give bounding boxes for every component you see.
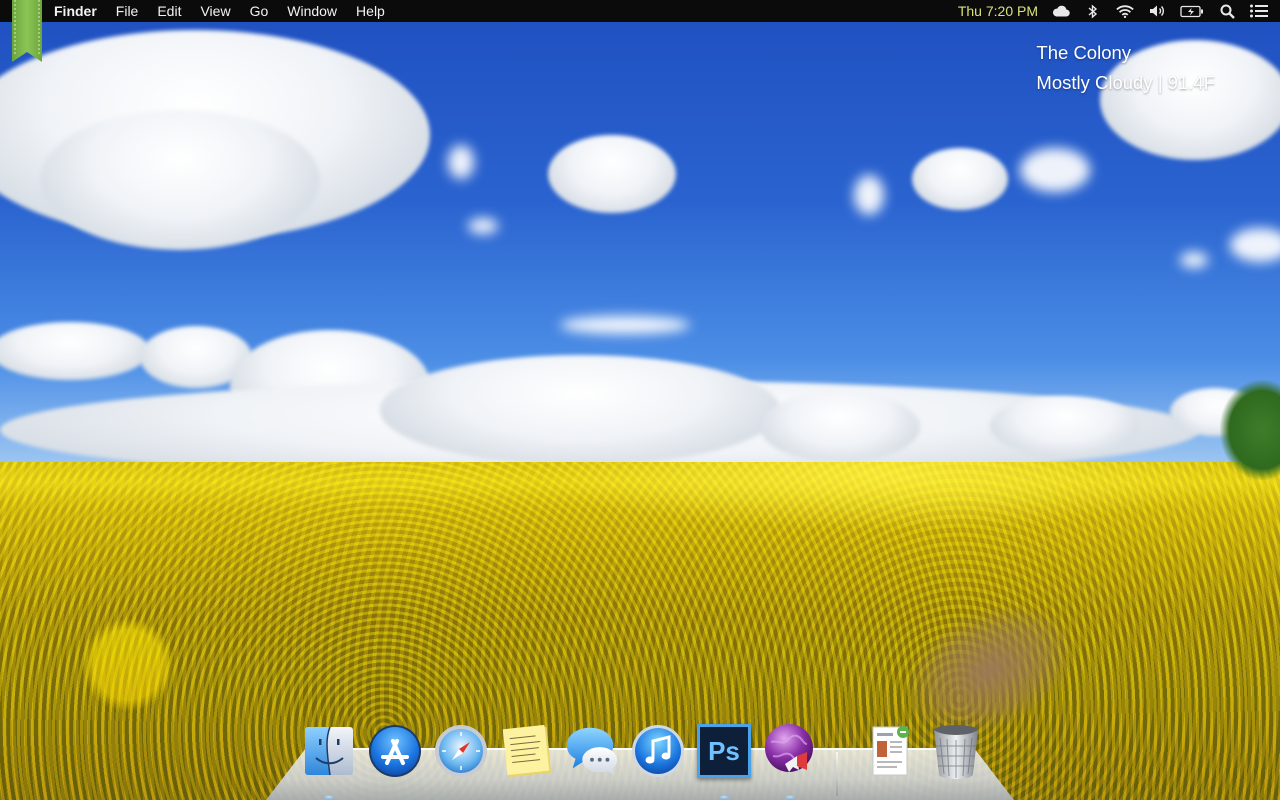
trash-icon[interactable]	[927, 722, 985, 780]
cloud	[760, 392, 920, 462]
cloud-icon[interactable]	[1052, 2, 1070, 20]
menu-window[interactable]: Window	[287, 0, 337, 22]
wifi-icon[interactable]	[1116, 2, 1134, 20]
cloud	[0, 322, 150, 380]
menu-bar: Finder File Edit View Go Window Help Thu…	[0, 0, 1280, 22]
itunes-icon[interactable]	[629, 722, 687, 780]
cloud	[40, 110, 320, 250]
weather-widget: The Colony Mostly Cloudy | 91.4F	[1036, 38, 1215, 98]
cloud	[990, 396, 1140, 456]
cloud	[448, 145, 474, 179]
menu-file[interactable]: File	[116, 0, 139, 22]
cloud	[1180, 252, 1208, 268]
weather-condition: Mostly Cloudy | 91.4F	[1036, 72, 1215, 93]
cloud	[468, 218, 498, 234]
web-browser-globe-icon[interactable]	[761, 722, 819, 780]
photoshop-icon[interactable]: Ps	[695, 722, 753, 780]
photoshop-icon-tile: Ps	[697, 724, 751, 778]
menu-help[interactable]: Help	[356, 0, 385, 22]
running-indicator	[324, 795, 334, 799]
desktop[interactable]: Finder File Edit View Go Window Help Thu…	[0, 0, 1280, 800]
menu-clock[interactable]: Thu 7:20 PM	[958, 3, 1038, 19]
cloud	[1230, 228, 1280, 262]
menu-finder[interactable]: Finder	[54, 0, 97, 22]
bluetooth-icon[interactable]	[1084, 2, 1102, 20]
tree	[1220, 380, 1280, 480]
menu-edit[interactable]: Edit	[157, 0, 181, 22]
cloud	[1020, 148, 1090, 192]
cloud	[560, 316, 690, 334]
messages-icon[interactable]	[563, 722, 621, 780]
notification-center-icon[interactable]	[1250, 2, 1268, 20]
cloud	[912, 148, 1008, 210]
safari-icon[interactable]	[432, 722, 490, 780]
menu-go[interactable]: Go	[250, 0, 269, 22]
menu-view[interactable]: View	[200, 0, 230, 22]
photoshop-label: Ps	[708, 735, 740, 766]
running-indicator	[785, 795, 795, 799]
battery-icon[interactable]	[1180, 2, 1204, 20]
finder-icon[interactable]	[300, 722, 358, 780]
app-store-icon[interactable]	[366, 722, 424, 780]
bookmark-ribbon-icon[interactable]	[12, 0, 42, 62]
dock-separator	[836, 752, 838, 796]
cloud	[548, 135, 676, 213]
document-stack-icon[interactable]	[860, 722, 918, 780]
cloud	[380, 355, 780, 465]
status-menus: Thu 7:20 PM	[958, 0, 1268, 22]
spotlight-search-icon[interactable]	[1218, 2, 1236, 20]
weather-location: The Colony	[1036, 42, 1132, 63]
running-indicator	[719, 795, 729, 799]
stickies-icon[interactable]	[498, 722, 556, 780]
volume-icon[interactable]	[1148, 2, 1166, 20]
cloud	[854, 175, 884, 215]
